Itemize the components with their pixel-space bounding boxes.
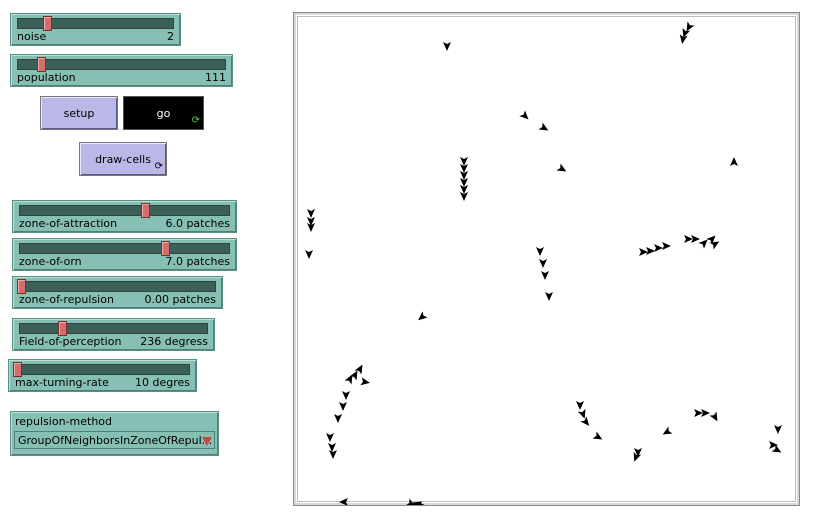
setup-button[interactable]: setup — [40, 96, 118, 130]
turtle-arrow-icon — [342, 391, 350, 400]
turtle-arrow-icon — [774, 425, 782, 434]
turtle-arrow-icon — [679, 34, 688, 44]
turtle-arrow-icon — [538, 122, 549, 131]
zone-of-repulsion-slider[interactable]: zone-of-repulsion 0.00 patches — [12, 276, 223, 309]
slider-label: max-turning-rate — [15, 376, 109, 389]
slider-label: Field-of-perception — [19, 335, 122, 348]
slider-thumb[interactable] — [17, 279, 26, 294]
turtle-arrow-icon — [709, 411, 718, 422]
world-view[interactable] — [293, 12, 800, 506]
turtle-arrow-icon — [339, 402, 347, 411]
turtle-arrow-icon — [541, 271, 549, 280]
go-button[interactable]: go ⟳ — [123, 96, 204, 130]
slider-value: 111 — [205, 71, 226, 84]
slider-thumb[interactable] — [13, 362, 22, 377]
go-button-label: go — [156, 106, 171, 120]
slider-value: 236 degress — [140, 335, 208, 348]
chooser-title: repulsion-method — [15, 415, 112, 428]
turtle-arrow-icon — [536, 247, 544, 256]
slider-track[interactable] — [19, 205, 230, 216]
chooser-selected-value[interactable]: GroupOfNeighborsInZoneOfRepul... — [14, 431, 215, 449]
turtle-arrow-icon — [646, 247, 655, 255]
draw-cells-button-label: draw-cells — [95, 152, 151, 166]
turtle-arrow-icon — [328, 443, 336, 452]
turtle-arrow-icon — [305, 250, 313, 259]
setup-button-label: setup — [63, 106, 95, 120]
dropdown-arrow-icon[interactable] — [202, 437, 212, 446]
turtles-layer — [305, 21, 782, 505]
draw-cells-button[interactable]: draw-cells ⟳ — [79, 142, 167, 176]
slider-label: zone-of-orn — [19, 255, 82, 268]
turtle-arrow-icon — [334, 414, 342, 423]
slider-value: 6.0 patches — [165, 217, 230, 230]
repulsion-method-chooser[interactable]: repulsion-method GroupOfNeighborsInZoneO… — [10, 411, 219, 456]
turtle-arrow-icon — [654, 244, 663, 252]
turtle-arrow-icon — [519, 110, 529, 120]
slider-track[interactable] — [17, 59, 226, 70]
zone-of-attraction-slider[interactable]: zone-of-attraction 6.0 patches — [12, 200, 237, 233]
slider-track[interactable] — [17, 18, 174, 29]
population-slider[interactable]: population 111 — [10, 54, 233, 87]
turtle-arrow-icon — [539, 259, 547, 268]
turtle-arrow-icon — [592, 431, 603, 440]
slider-thumb[interactable] — [37, 57, 46, 72]
turtle-arrow-icon — [339, 498, 348, 505]
slider-label: population — [17, 71, 76, 84]
turtle-arrow-icon — [326, 433, 334, 442]
noise-slider[interactable]: noise 2 — [10, 13, 181, 46]
slider-track[interactable] — [19, 243, 230, 254]
forever-icon: ⟳ — [154, 161, 163, 172]
turtle-arrow-icon — [307, 209, 315, 218]
slider-track[interactable] — [15, 364, 190, 375]
turtle-arrow-icon — [329, 450, 337, 459]
field-of-perception-slider[interactable]: Field-of-perception 236 degress — [12, 318, 215, 351]
slider-label: noise — [17, 30, 47, 43]
slider-track[interactable] — [19, 281, 216, 292]
turtle-arrow-icon — [730, 157, 738, 166]
slider-value: 0.00 patches — [144, 293, 216, 306]
slider-value: 7.0 patches — [165, 255, 230, 268]
chooser-selected-text: GroupOfNeighborsInZoneOfRepul... — [18, 433, 213, 447]
max-turning-rate-slider[interactable]: max-turning-rate 10 degres — [8, 359, 197, 392]
slider-track[interactable] — [19, 323, 208, 334]
slider-value: 2 — [167, 30, 174, 43]
zone-of-orn-slider[interactable]: zone-of-orn 7.0 patches — [12, 238, 237, 271]
turtle-arrow-icon — [545, 292, 553, 301]
turtle-arrow-icon — [556, 163, 567, 172]
turtle-arrow-icon — [662, 242, 671, 250]
slider-label: zone-of-repulsion — [19, 293, 114, 306]
turtle-arrow-icon — [639, 248, 648, 256]
slider-thumb[interactable] — [161, 241, 170, 256]
turtle-arrow-icon — [360, 377, 370, 386]
slider-value: 10 degres — [134, 376, 190, 389]
slider-label: zone-of-attraction — [19, 217, 118, 230]
turtle-arrow-icon — [576, 401, 584, 410]
turtle-arrow-icon — [633, 451, 642, 462]
slider-thumb[interactable] — [58, 321, 67, 336]
slider-thumb[interactable] — [141, 203, 150, 218]
turtle-arrow-icon — [580, 416, 590, 426]
forever-icon: ⟳ — [191, 115, 200, 126]
turtle-arrow-icon — [662, 426, 673, 435]
turtle-arrow-icon — [443, 42, 451, 51]
slider-thumb[interactable] — [43, 16, 52, 31]
turtle-arrow-icon — [418, 311, 428, 321]
